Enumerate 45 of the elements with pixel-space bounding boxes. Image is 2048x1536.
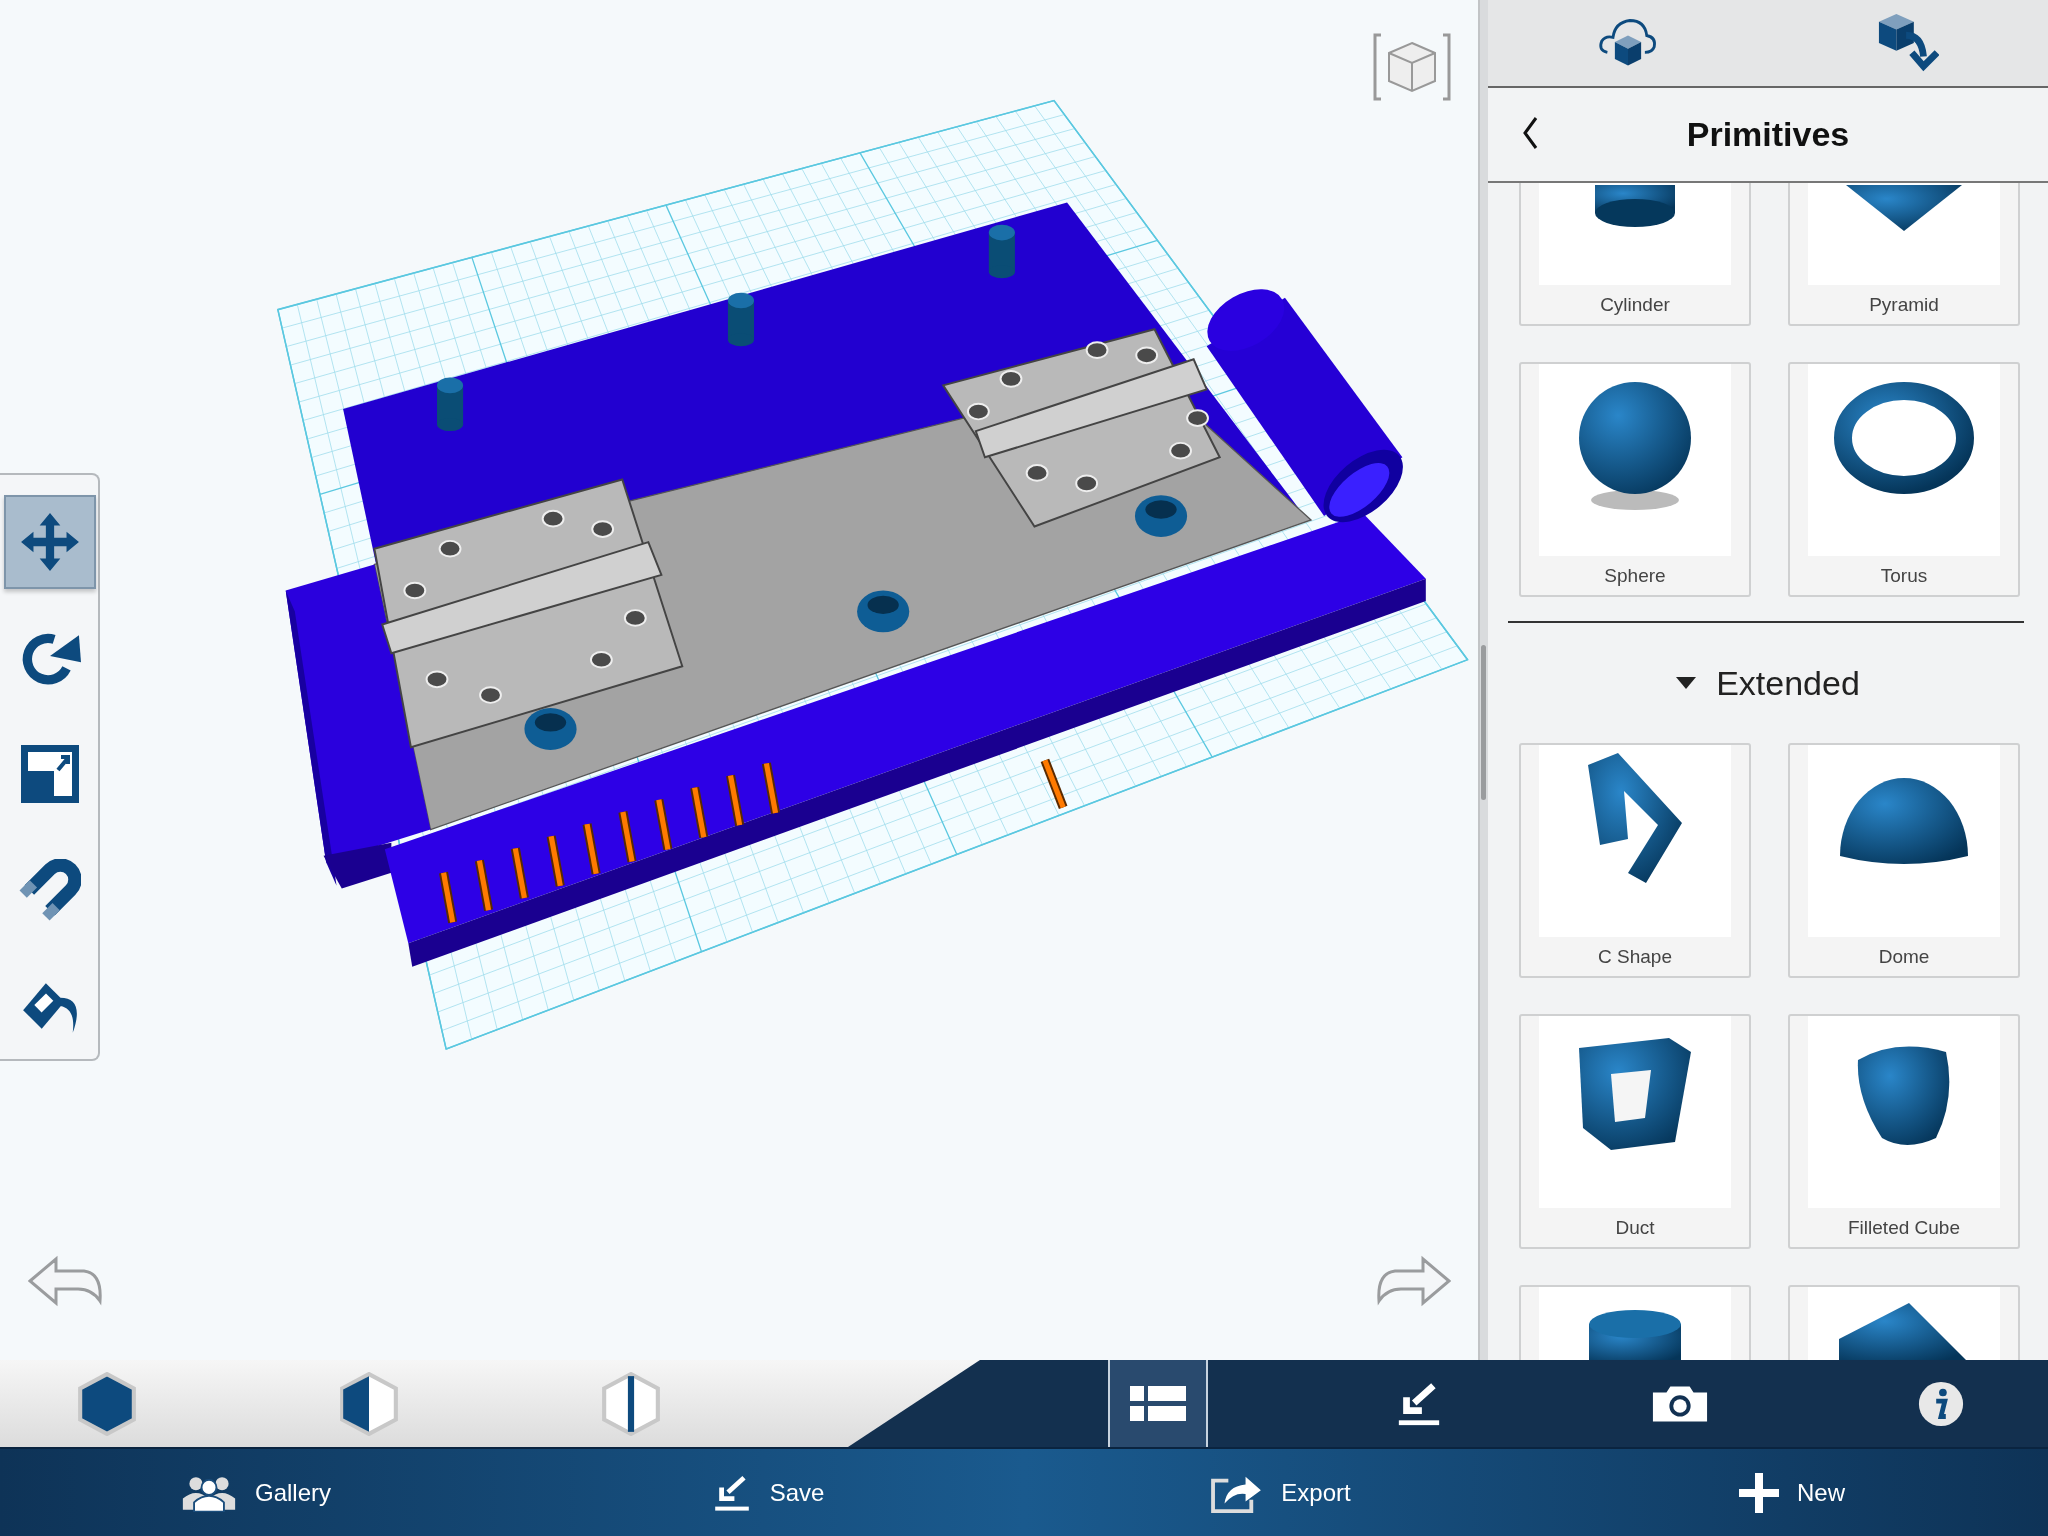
move-icon — [19, 511, 81, 573]
primitive-card[interactable]: Filleted Cube — [1788, 1014, 2020, 1249]
wedge-shape-icon — [1839, 1303, 1969, 1360]
view-cube-icon[interactable] — [1373, 33, 1451, 101]
torus-shape-icon — [1834, 382, 1974, 494]
move-tool-button[interactable] — [4, 495, 96, 589]
cube-arrow-icon[interactable] — [1876, 12, 1939, 74]
primitive-card[interactable]: Cylinder — [1519, 183, 1751, 326]
primitive-label: Filleted Cube — [1848, 1216, 1960, 1239]
panel-title: Primitives — [1686, 115, 1850, 154]
duct-shape-icon — [1579, 1038, 1691, 1150]
scale-icon — [20, 744, 80, 804]
outline-view-icon[interactable] — [600, 1371, 662, 1436]
back-chevron-icon[interactable] — [1522, 116, 1538, 150]
primitive-label: Dome — [1878, 945, 1930, 968]
save-button[interactable]: Save — [512, 1449, 1024, 1536]
list-tab[interactable] — [1108, 1360, 1208, 1447]
primitive-card[interactable]: Duct — [1519, 1014, 1751, 1249]
primitive-card[interactable]: Pyramid — [1788, 183, 2020, 326]
export-button[interactable]: Export — [1024, 1449, 1536, 1536]
plus-icon — [1739, 1472, 1779, 1513]
primitive-card[interactable]: C Shape — [1519, 743, 1751, 978]
primitive-label: C Shape — [1598, 945, 1672, 968]
primitive-label: Cylinder — [1600, 293, 1670, 316]
info-icon — [1917, 1379, 1965, 1428]
cshape-shape-icon — [1588, 753, 1682, 883]
scrollbar[interactable] — [1481, 645, 1486, 800]
primitive-label: Pyramid — [1869, 293, 1939, 316]
primitive-card[interactable]: Sphere — [1519, 362, 1751, 597]
primitive-label: Torus — [1880, 564, 1928, 587]
cylinder-top-shape-icon — [1587, 1310, 1683, 1360]
primitive-card[interactable]: Dome — [1788, 743, 2020, 978]
section-title: Extended — [1716, 663, 1860, 703]
list-icon — [1130, 1385, 1186, 1422]
new-button[interactable]: New — [1536, 1449, 2048, 1536]
primitive-card[interactable]: Torus — [1788, 362, 2020, 597]
sphere-shape-icon — [1579, 382, 1691, 512]
pyramid-shape-icon — [1846, 185, 1962, 231]
cylinder-shape-icon — [1593, 185, 1677, 229]
solid-view-icon[interactable] — [76, 1371, 138, 1436]
magnet-icon — [19, 859, 81, 921]
primitive-label: Duct — [1615, 1216, 1655, 1239]
half-shaded-view-icon[interactable] — [338, 1371, 400, 1436]
gallery-button[interactable]: Gallery — [0, 1449, 512, 1536]
primitive-label: Sphere — [1604, 564, 1666, 587]
